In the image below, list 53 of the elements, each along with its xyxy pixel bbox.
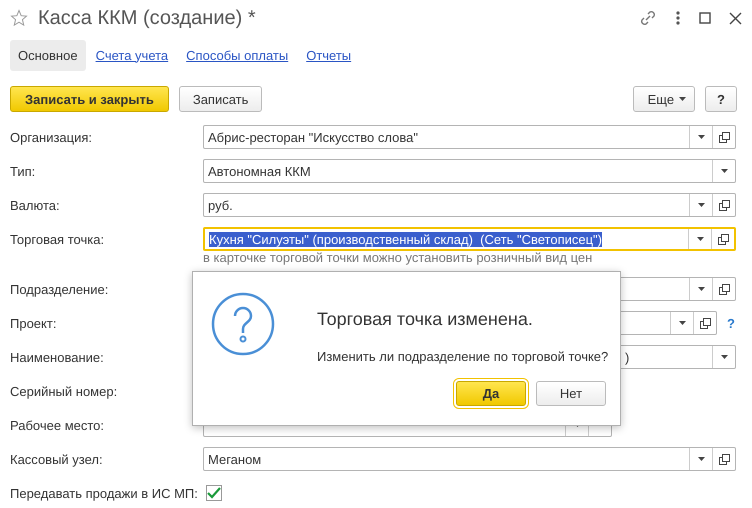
more-icon[interactable] — [675, 10, 681, 26]
open-window-icon — [718, 132, 730, 142]
open-window-icon — [718, 284, 730, 294]
field-label: Валюта: — [10, 198, 61, 212]
caret-icon — [720, 169, 728, 173]
field-label: Организация: — [10, 130, 94, 144]
select-field[interactable]: Абрис-ресторан "Искусство слова" — [203, 125, 736, 149]
save-button[interactable]: Записать — [178, 86, 262, 112]
select-field[interactable]: руб. — [203, 193, 736, 217]
tab[interactable]: Счета учета — [88, 40, 176, 70]
link-icon[interactable] — [639, 9, 657, 27]
more-button[interactable]: Еще — [632, 86, 696, 112]
field-label: Серийный номер: — [10, 384, 118, 398]
hint-text: в карточке торговой точки можно установить розничный вид цен — [202, 250, 594, 267]
tab[interactable]: Способы оплаты — [178, 40, 296, 70]
caret-icon — [678, 321, 686, 325]
field-label: Рабочее место: — [10, 418, 106, 432]
field-label: Подразделение: — [10, 282, 110, 296]
caret-icon — [679, 97, 686, 101]
save-and-close-button[interactable]: Записать и закрыть — [10, 86, 169, 112]
star-icon[interactable] — [10, 9, 28, 27]
open-window-icon — [718, 454, 730, 464]
checkbox[interactable] — [206, 485, 222, 501]
field-label: Торговая точка: — [10, 232, 106, 246]
field-label: Проект: — [10, 316, 58, 330]
tab[interactable]: Отчеты — [298, 40, 360, 70]
caret-icon — [696, 237, 704, 241]
dialog-message: Изменить ли подразделение по торговой точке? — [317, 349, 610, 364]
field-label: Наименование: — [10, 350, 105, 364]
caret-icon — [698, 457, 704, 461]
question-icon — [211, 292, 275, 356]
close-icon[interactable] — [729, 12, 742, 24]
dialog-title: Торговая точка изменена. — [317, 309, 534, 330]
maximize-icon[interactable] — [699, 12, 711, 24]
caret-icon — [698, 287, 704, 291]
open-window-icon — [700, 318, 710, 328]
no-button[interactable]: Нет — [536, 381, 606, 406]
select-field[interactable]: Меганом — [203, 447, 736, 471]
help-button[interactable]: ? — [705, 86, 737, 112]
open-window-icon — [718, 234, 728, 244]
yes-button[interactable]: Да — [456, 381, 526, 406]
caret-icon — [698, 135, 704, 139]
select-field[interactable]: Кухня "Силуэты" (производственный склад) (Сеть "Светописец") — [203, 227, 736, 251]
field-label: Кассовый узел: — [10, 452, 104, 466]
field-label: Передавать продажи в ИС МП: — [10, 486, 199, 500]
window-title: Касса ККМ (создание) * — [38, 6, 256, 30]
tab[interactable]: Основное — [10, 40, 86, 70]
select-field[interactable]: Автономная ККМ — [203, 159, 736, 183]
open-window-icon — [718, 200, 730, 210]
help-link[interactable]: ? — [727, 316, 735, 330]
field-label: Тип: — [10, 164, 36, 178]
caret-icon — [720, 355, 728, 359]
caret-icon — [698, 203, 704, 207]
